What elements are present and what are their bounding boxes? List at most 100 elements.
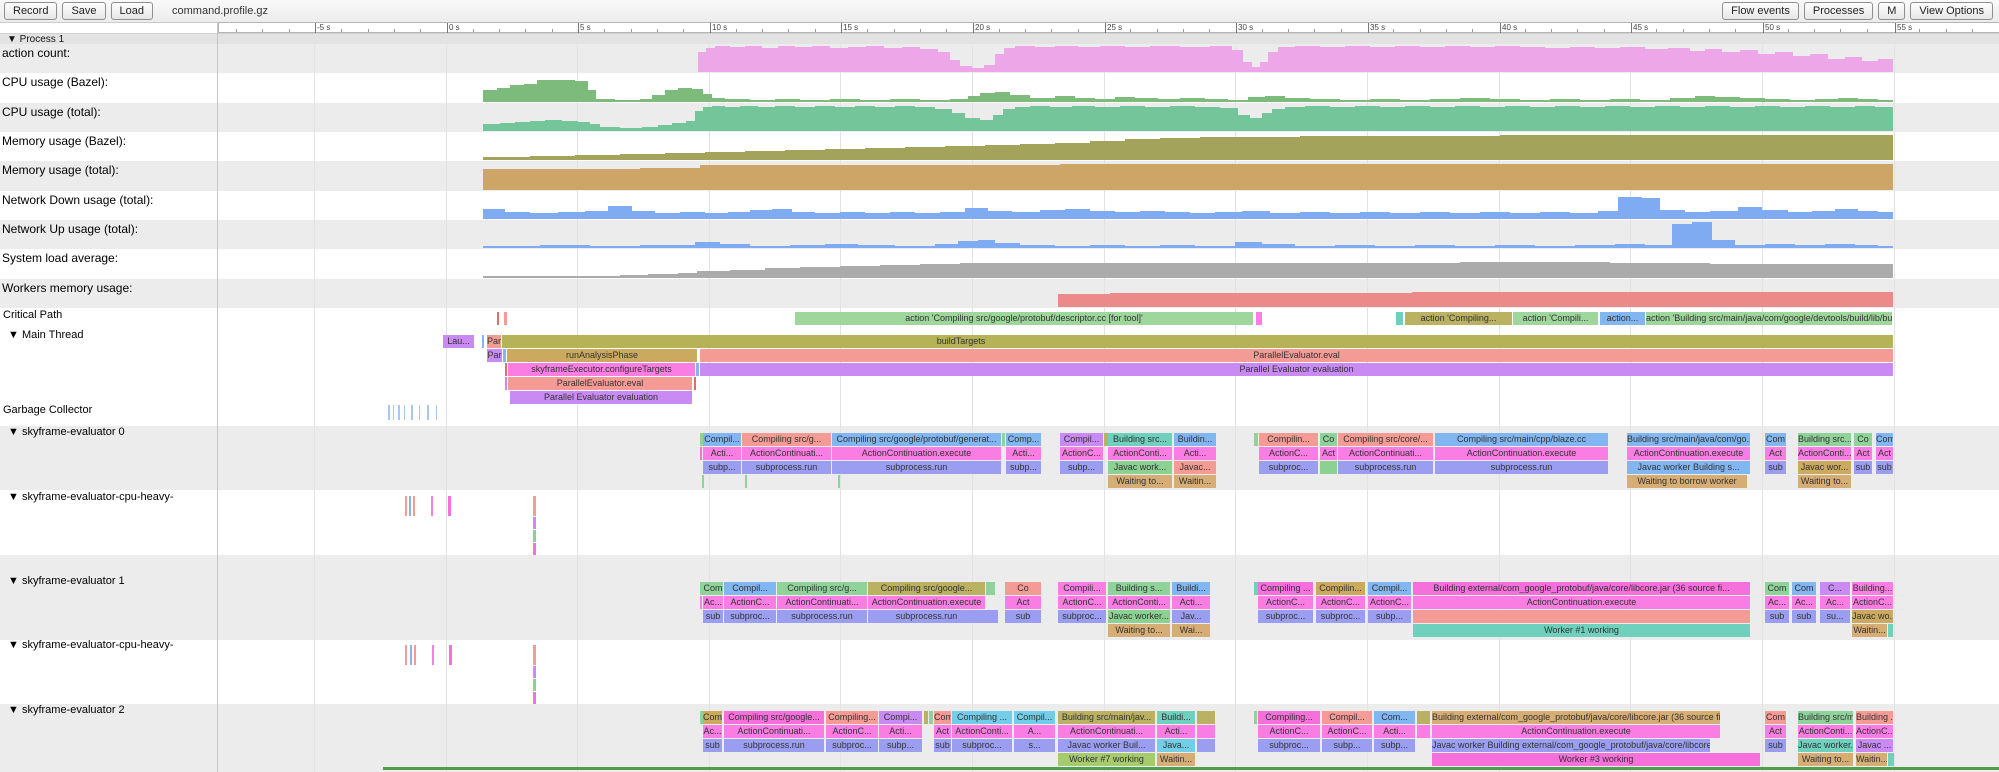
trace-event-bar[interactable]: Compiling ... — [1258, 582, 1313, 595]
load-button[interactable]: Load — [111, 2, 153, 20]
trace-event-sliver[interactable] — [1197, 725, 1215, 738]
trace-event-bar[interactable]: Javac... — [1174, 461, 1216, 474]
trace-event-bar[interactable]: subp... — [703, 461, 741, 474]
trace-event-bar[interactable]: Compil... — [703, 433, 741, 446]
trace-event-bar[interactable]: Ac... — [703, 596, 723, 609]
trace-event-bar[interactable]: subp... — [1060, 461, 1103, 474]
trace-event-bar[interactable]: Building ... — [1856, 711, 1893, 724]
trace-event-sliver[interactable] — [504, 312, 507, 325]
trace-event-bar[interactable]: Com — [1792, 582, 1816, 595]
trace-event-bar[interactable]: Building src... — [1108, 433, 1172, 446]
trace-event-bar[interactable]: Parallel Evaluator evaluation — [510, 391, 692, 404]
trace-event-bar[interactable]: subp... — [1006, 461, 1041, 474]
trace-event-bar[interactable]: Com... — [1374, 711, 1415, 724]
trace-event-bar[interactable]: Compili... — [1058, 582, 1106, 595]
trace-event-sliver[interactable] — [388, 405, 390, 420]
trace-event-bar[interactable]: subproc... — [1258, 739, 1320, 752]
trace-event-bar[interactable]: Compil... — [1060, 433, 1103, 446]
trace-event-bar[interactable]: Compiling... — [826, 711, 878, 724]
trace-event-bar[interactable]: A... — [1014, 725, 1055, 738]
trace-event-sliver[interactable] — [533, 666, 536, 678]
trace-event-bar[interactable]: ActionConti... — [952, 725, 1012, 738]
trace-event-bar[interactable]: Buildi... — [1157, 711, 1195, 724]
trace-event-bar[interactable]: ActionContinuati... — [1338, 447, 1433, 460]
processes-button[interactable]: Processes — [1804, 2, 1873, 20]
trace-event-bar[interactable]: ActionContinuation.execute — [1413, 596, 1750, 609]
trace-event-bar[interactable]: Parallel Evaluator evaluation — [700, 363, 1893, 376]
trace-event-bar[interactable]: sub — [1005, 610, 1041, 623]
trace-event-bar[interactable]: ActionC... — [1852, 596, 1893, 609]
trace-event-sliver[interactable] — [1888, 624, 1893, 637]
trace-event-bar[interactable]: ActionContinuati... — [1058, 725, 1155, 738]
trace-event-sliver[interactable] — [404, 405, 405, 420]
trace-event-bar[interactable]: ActionConti... — [1798, 725, 1853, 738]
trace-event-sliver[interactable] — [449, 645, 452, 665]
trace-event-bar[interactable]: Building... — [1852, 582, 1893, 595]
trace-event-bar[interactable]: Act — [1005, 596, 1041, 609]
trace-event-bar[interactable]: sub — [1854, 461, 1872, 474]
trace-event-bar[interactable]: ActionC... — [1259, 447, 1318, 460]
trace-event-sliver[interactable] — [427, 405, 429, 420]
trace-event-bar[interactable]: Worker #7 working — [1058, 753, 1155, 766]
trace-event-bar[interactable]: Acti... — [1157, 725, 1195, 738]
flow-events-button[interactable]: Flow events — [1722, 2, 1799, 20]
trace-event-sliver[interactable] — [448, 496, 451, 516]
view-options-button[interactable]: View Options — [1910, 2, 1993, 20]
trace-event-bar[interactable]: Co — [1005, 582, 1041, 595]
trace-event-bar[interactable]: Javac worker... — [1108, 610, 1170, 623]
trace-event-bar[interactable]: Worker #3 working — [1432, 753, 1760, 766]
trace-event-bar[interactable]: Javac ... — [1856, 739, 1893, 752]
trace-event-sliver[interactable] — [924, 711, 928, 724]
trace-event-bar[interactable]: subproc... — [1316, 610, 1365, 623]
trace-event-bar[interactable]: Building src/main/jav... — [1058, 711, 1155, 724]
trace-event-bar[interactable]: Acti... — [879, 725, 922, 738]
trace-event-sliver[interactable] — [398, 405, 400, 420]
record-button[interactable]: Record — [4, 2, 57, 20]
trace-event-sliver[interactable] — [436, 405, 437, 420]
trace-event-bar[interactable]: su... — [1820, 610, 1850, 623]
trace-event-bar[interactable]: ActionContinuation.execute — [1432, 725, 1720, 738]
trace-event-bar[interactable]: Compiling src/g... — [742, 433, 831, 446]
trace-event-sliver[interactable] — [745, 475, 747, 488]
trace-event-sliver[interactable] — [409, 496, 411, 516]
trace-event-bar[interactable]: Act — [1876, 447, 1893, 460]
trace-event-bar[interactable]: Compiling src/core/... — [1338, 433, 1433, 446]
trace-event-bar[interactable]: ActionContinuation.execute — [1627, 447, 1750, 460]
trace-event-bar[interactable]: Compiling src/google... — [724, 711, 824, 724]
trace-event-bar[interactable]: Wai... — [1172, 624, 1210, 637]
trace-event-bar[interactable]: subp... — [1368, 610, 1411, 623]
trace-event-bar[interactable]: sub — [703, 739, 722, 752]
trace-event-bar[interactable]: Waitin... — [1856, 753, 1887, 766]
trace-event-bar[interactable]: action 'Compiling... — [1405, 312, 1512, 325]
trace-event-sliver[interactable] — [1197, 711, 1215, 724]
trace-event-bar[interactable]: ActionContinuation.execute — [868, 596, 985, 609]
trace-event-bar[interactable]: Com — [703, 711, 722, 724]
trace-event-sliver[interactable] — [1256, 312, 1262, 325]
trace-event-bar[interactable]: ActionConti... — [1108, 447, 1172, 460]
trace-event-bar[interactable]: sub — [934, 739, 951, 752]
trace-event-bar[interactable]: ActionContinuati... — [742, 447, 831, 460]
trace-event-bar[interactable]: Java... — [1157, 739, 1195, 752]
trace-event-bar[interactable]: action 'Compili... — [1513, 312, 1598, 325]
trace-event-sliver[interactable] — [702, 475, 704, 488]
trace-event-bar[interactable]: action... — [1600, 312, 1645, 325]
trace-event-bar[interactable]: Compil... — [1368, 582, 1411, 595]
trace-event-bar[interactable]: Waitin... — [1174, 475, 1216, 488]
trace-event-bar[interactable]: Com — [1765, 711, 1786, 724]
trace-event-bar[interactable]: Compiling... — [1258, 711, 1320, 724]
trace-event-bar[interactable]: Act — [1765, 725, 1786, 738]
trace-event-bar[interactable]: Compil... — [724, 582, 776, 595]
trace-event-bar[interactable]: Waiting to... — [1798, 475, 1851, 488]
trace-event-bar[interactable]: s... — [1014, 739, 1055, 752]
trace-event-bar[interactable]: Com — [1876, 433, 1893, 446]
trace-event-bar[interactable]: Javac worker Buil... — [1058, 739, 1155, 752]
trace-event-bar[interactable]: Acti... — [703, 447, 741, 460]
trace-event-bar[interactable]: ActionC... — [1258, 596, 1313, 609]
trace-event-bar[interactable]: Compil... — [1322, 711, 1372, 724]
trace-event-bar[interactable]: Com — [1765, 433, 1786, 446]
trace-event-sliver[interactable] — [982, 610, 998, 623]
trace-event-bar[interactable]: Javac work... — [1108, 461, 1172, 474]
thread-section-label[interactable]: ▼ skyframe-evaluator-cpu-heavy- — [8, 639, 174, 651]
trace-event-sliver[interactable] — [533, 679, 536, 691]
trace-event-sliver[interactable] — [1417, 711, 1430, 724]
